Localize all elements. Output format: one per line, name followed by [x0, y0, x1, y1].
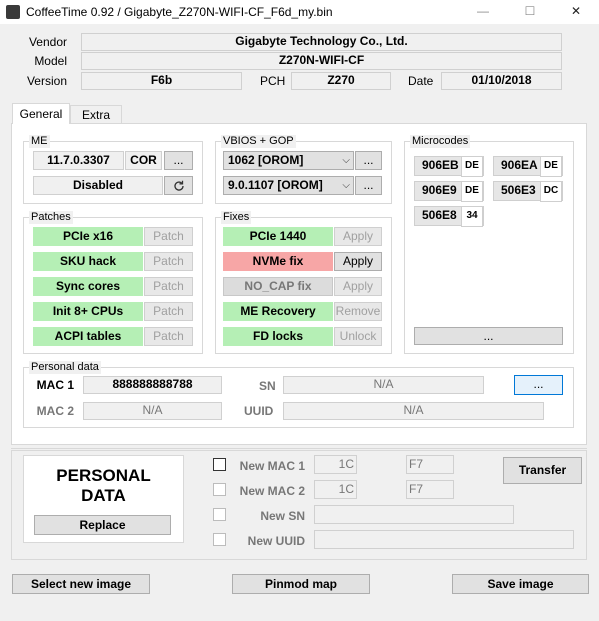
- window-title: CoffeeTime 0.92 / Gigabyte_Z270N-WIFI-CF…: [26, 5, 333, 19]
- maximize-button[interactable]: ☐: [507, 0, 553, 24]
- new-sn-field[interactable]: [314, 505, 514, 524]
- vendor-label: Vendor: [28, 35, 67, 49]
- microcode-item[interactable]: 506E3 DC: [493, 181, 563, 202]
- me-refresh-button[interactable]: [164, 176, 193, 195]
- personal-data-title: Personal data: [29, 361, 101, 374]
- new-uuid-field[interactable]: [314, 530, 574, 549]
- sn-label: SN: [259, 379, 276, 393]
- new-mac2-checkbox[interactable]: [213, 483, 226, 496]
- me-group-title: ME: [29, 135, 50, 148]
- gop-browse-button[interactable]: ...: [355, 176, 382, 195]
- fix-nvme-label: NVMe fix: [223, 252, 333, 271]
- refresh-icon: [173, 180, 184, 191]
- chevron-down-icon: ⌵: [342, 180, 350, 191]
- mac1-field: 888888888788: [83, 376, 222, 394]
- new-sn-label: New SN: [260, 509, 305, 523]
- vbios-group-title: VBIOS + GOP: [221, 135, 296, 148]
- uuid-label: UUID: [244, 404, 274, 418]
- new-mac1-label: New MAC 1: [239, 459, 305, 473]
- me-type-field: COR: [125, 151, 162, 170]
- me-browse-button[interactable]: ...: [164, 151, 193, 170]
- new-uuid-checkbox[interactable]: [213, 533, 226, 546]
- microcode-item[interactable]: 906EB DE: [414, 156, 484, 177]
- sn-field: N/A: [283, 376, 484, 394]
- fix-fd-locks-label: FD locks: [223, 327, 333, 346]
- new-mac2-suffix[interactable]: F7: [406, 480, 454, 499]
- new-mac1-suffix[interactable]: F7: [406, 455, 454, 474]
- date-field: 01/10/2018: [441, 72, 562, 90]
- gop-select-value: 9.0.1107 [OROM]: [228, 178, 323, 192]
- uuid-field: N/A: [283, 402, 544, 420]
- patch-init-cpus-button[interactable]: Patch: [144, 302, 193, 321]
- new-mac1-prefix[interactable]: 1C: [314, 455, 357, 474]
- model-field: Z270N-WIFI-CF: [81, 52, 562, 70]
- pinmod-map-button[interactable]: Pinmod map: [232, 574, 370, 594]
- minimize-button[interactable]: —: [460, 0, 506, 24]
- fix-no-cap-label: NO_CAP fix: [223, 277, 333, 296]
- divider: [11, 448, 587, 449]
- select-new-image-button[interactable]: Select new image: [12, 574, 150, 594]
- patch-init-cpus-label: Init 8+ CPUs: [33, 302, 143, 321]
- mac2-field: N/A: [83, 402, 222, 420]
- replace-button[interactable]: Replace: [34, 515, 171, 535]
- new-sn-checkbox[interactable]: [213, 508, 226, 521]
- vbios-select[interactable]: 1062 [OROM] ⌵: [223, 151, 354, 170]
- new-mac2-label: New MAC 2: [239, 484, 305, 498]
- patch-sku-hack-label: SKU hack: [33, 252, 143, 271]
- microcode-item[interactable]: 906EA DE: [493, 156, 563, 177]
- new-mac1-checkbox[interactable]: [213, 458, 226, 471]
- title-bar: CoffeeTime 0.92 / Gigabyte_Z270N-WIFI-CF…: [0, 0, 599, 24]
- close-button[interactable]: ✕: [553, 0, 599, 24]
- fix-no-cap-button[interactable]: Apply: [334, 277, 382, 296]
- microcode-item[interactable]: 906E9 DE: [414, 181, 484, 202]
- vbios-select-value: 1062 [OROM]: [228, 153, 304, 167]
- patch-acpi-tables-button[interactable]: Patch: [144, 327, 193, 346]
- transfer-button[interactable]: Transfer: [503, 457, 582, 484]
- new-mac2-prefix[interactable]: 1C: [314, 480, 357, 499]
- personal-browse-button[interactable]: ...: [514, 375, 563, 395]
- patch-sync-cores-label: Sync cores: [33, 277, 143, 296]
- mac2-label: MAC 2: [36, 404, 74, 418]
- vbios-browse-button[interactable]: ...: [355, 151, 382, 170]
- me-state-field: Disabled: [33, 176, 163, 195]
- patch-acpi-tables-label: ACPI tables: [33, 327, 143, 346]
- tab-general[interactable]: General: [12, 103, 70, 124]
- vendor-field: Gigabyte Technology Co., Ltd.: [81, 33, 562, 51]
- me-version-field: 11.7.0.3307: [33, 151, 124, 170]
- fix-fd-locks-button[interactable]: Unlock: [334, 327, 382, 346]
- patches-group-title: Patches: [29, 211, 73, 224]
- personal-heading: PERSONAL: [56, 466, 151, 485]
- new-uuid-label: New UUID: [247, 534, 305, 548]
- version-field: F6b: [81, 72, 242, 90]
- patch-sync-cores-button[interactable]: Patch: [144, 277, 193, 296]
- chevron-down-icon: ⌵: [342, 155, 350, 166]
- tab-extra[interactable]: Extra: [70, 105, 122, 124]
- patch-sku-hack-button[interactable]: Patch: [144, 252, 193, 271]
- save-image-button[interactable]: Save image: [452, 574, 589, 594]
- date-label: Date: [408, 74, 434, 88]
- fix-me-recovery-button[interactable]: Remove: [334, 302, 382, 321]
- fix-pcie-1440-label: PCIe 1440: [223, 227, 333, 246]
- microcodes-group-title: Microcodes: [410, 135, 471, 148]
- app-icon: [6, 5, 20, 19]
- gop-select[interactable]: 9.0.1107 [OROM] ⌵: [223, 176, 354, 195]
- microcodes-browse-button[interactable]: ...: [414, 327, 563, 345]
- fix-me-recovery-label: ME Recovery: [223, 302, 333, 321]
- data-heading: DATA: [81, 486, 126, 505]
- fix-nvme-button[interactable]: Apply: [334, 252, 382, 271]
- fixes-group-title: Fixes: [221, 211, 252, 224]
- model-label: Model: [34, 54, 67, 68]
- version-label: Version: [26, 74, 67, 88]
- patch-pcie-x16-label: PCIe x16: [33, 227, 143, 246]
- fix-pcie-1440-button[interactable]: Apply: [334, 227, 382, 246]
- microcode-item[interactable]: 506E8 34: [414, 206, 484, 227]
- patch-pcie-x16-button[interactable]: Patch: [144, 227, 193, 246]
- pch-field: Z270: [291, 72, 391, 90]
- mac1-label: MAC 1: [36, 378, 74, 392]
- pch-label: PCH: [260, 74, 286, 88]
